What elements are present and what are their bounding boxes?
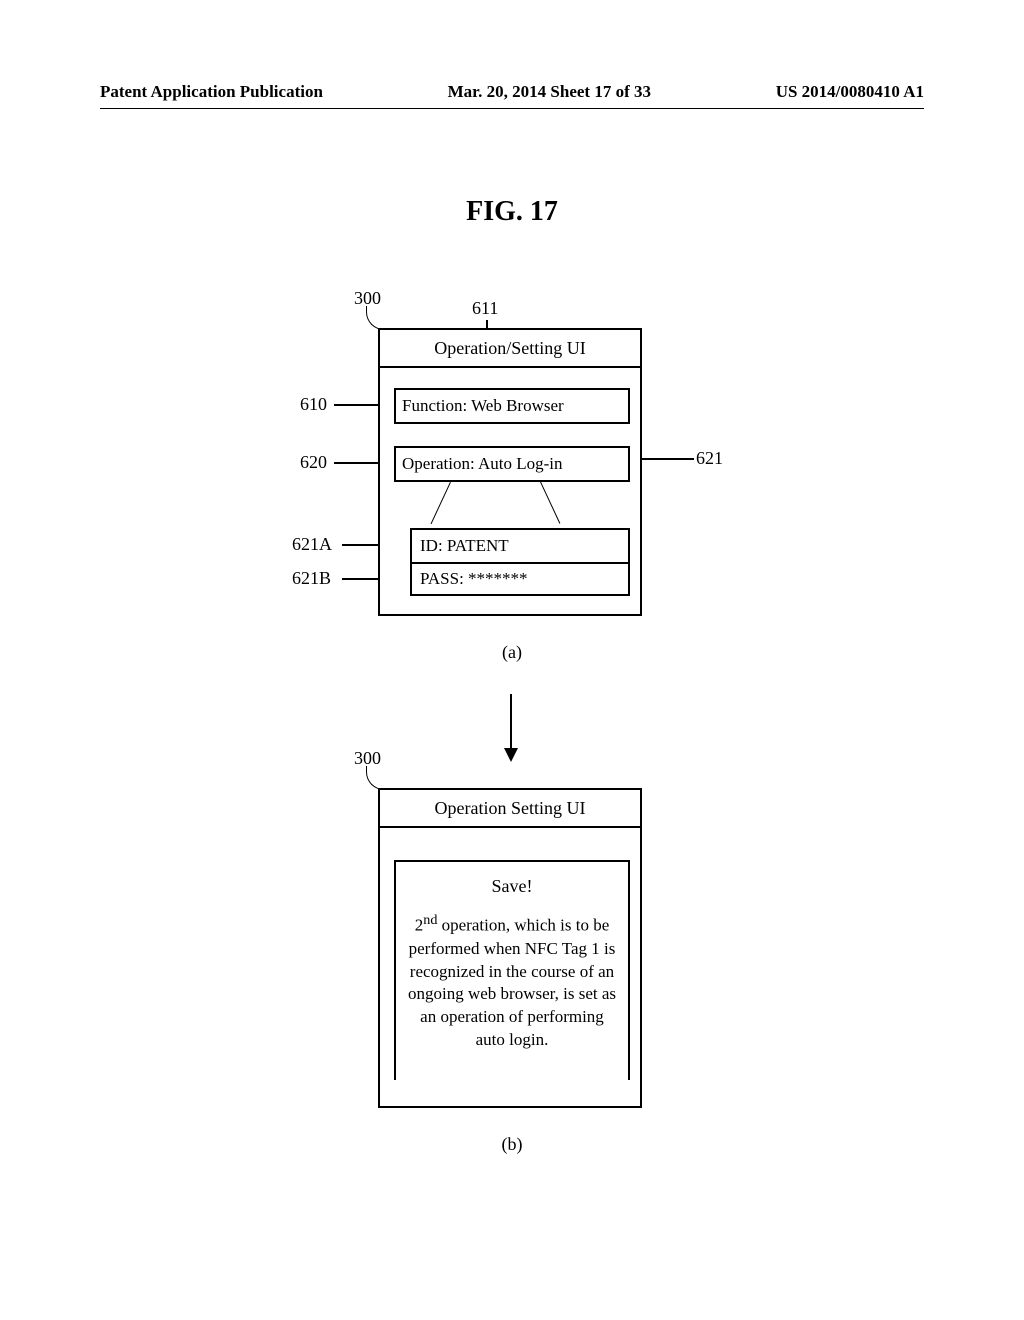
ref-621: 621 [696,448,723,469]
ref-610: 610 [300,394,327,415]
operation-sub-leader [450,482,540,528]
operation-row: Operation: Auto Log-in [394,446,630,482]
caption-a: (a) [0,642,1024,663]
leader-300-a [366,306,388,330]
panel-a-title: Operation/Setting UI [380,338,640,359]
pass-row: PASS: ******* [410,562,630,596]
arrow-head-icon [504,748,518,762]
message-box: Save! 2nd operation, which is to be perf… [394,860,630,1080]
header-rule [100,108,924,109]
ref-620: 620 [300,452,327,473]
save-heading: Save! [406,876,618,897]
panel-b: Operation Setting UI Save! 2nd operation… [378,788,642,1108]
header-left: Patent Application Publication [100,82,323,102]
panel-a: Operation/Setting UI Function: Web Brows… [378,328,642,616]
panel-b-divider [380,826,640,828]
page-header: Patent Application Publication Mar. 20, … [100,82,924,102]
header-right: US 2014/0080410 A1 [776,82,924,102]
arrow-stem [510,694,512,750]
header-center: Mar. 20, 2014 Sheet 17 of 33 [448,82,651,102]
ref-611: 611 [472,298,498,319]
ref-621A: 621A [292,534,332,555]
id-row: ID: PATENT [410,528,630,562]
message-body: 2nd operation, which is to be performed … [406,911,618,1052]
leader-300-b [366,766,388,790]
function-row: Function: Web Browser [394,388,630,424]
caption-b: (b) [0,1134,1024,1155]
panel-a-divider [380,366,640,368]
ref-621B: 621B [292,568,331,589]
figure-title: FIG. 17 [0,196,1024,228]
panel-b-title: Operation Setting UI [380,798,640,819]
